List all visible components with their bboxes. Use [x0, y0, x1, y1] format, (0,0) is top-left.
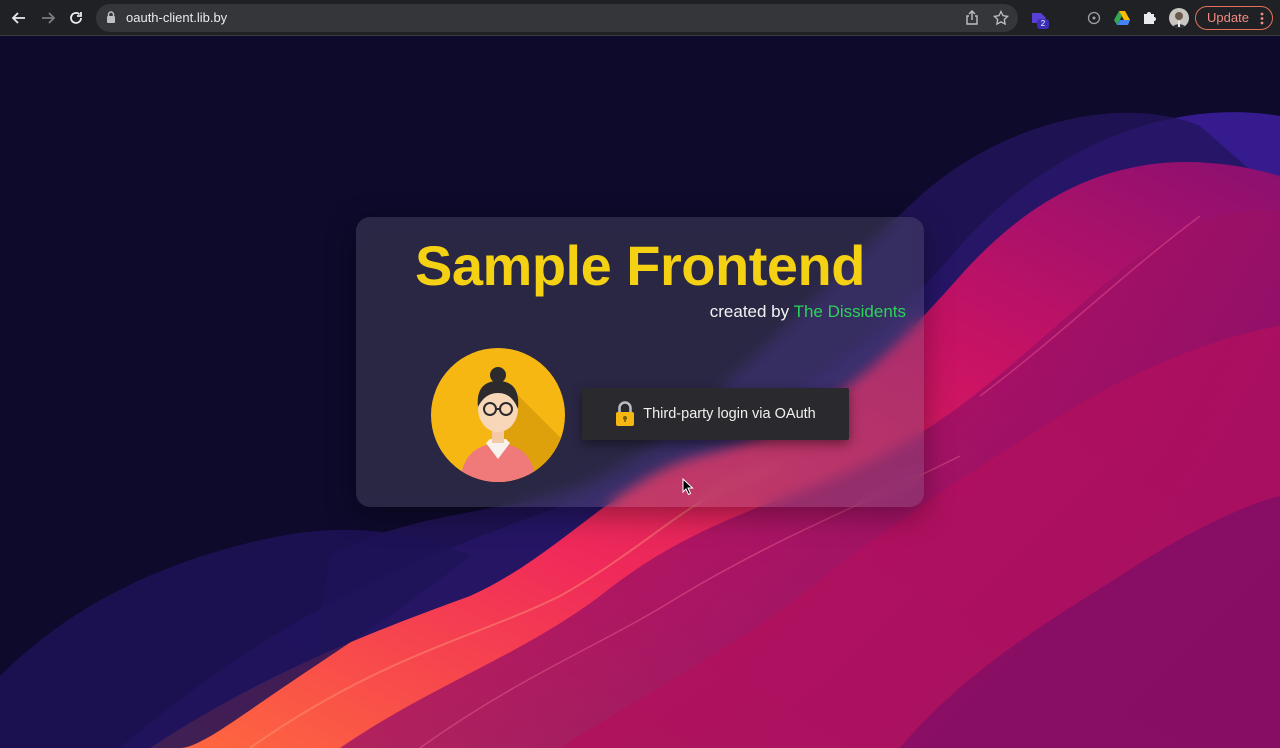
circle-icon[interactable]	[1085, 9, 1103, 27]
star-icon[interactable]	[993, 10, 1009, 26]
more-vert-icon	[1260, 12, 1264, 25]
puzzle-icon[interactable]	[1141, 9, 1159, 27]
back-icon	[11, 12, 25, 24]
url-text[interactable]: oauth-client.lib.by	[126, 10, 227, 25]
mouse-cursor-icon	[682, 478, 694, 496]
forward-icon	[42, 12, 56, 24]
team-name: The Dissidents	[793, 302, 906, 321]
user-avatar-illustration	[431, 348, 565, 482]
update-button[interactable]: Update	[1195, 6, 1273, 30]
login-card: Sample Frontend created by The Dissident…	[356, 217, 924, 507]
browser-toolbar: oauth-client.lib.by 2 Update	[0, 0, 1280, 36]
page-viewport: Sample Frontend created by The Dissident…	[0, 36, 1280, 748]
address-bar[interactable]: oauth-client.lib.by	[96, 4, 1018, 32]
profile-avatar[interactable]	[1169, 8, 1189, 28]
lock-icon	[616, 401, 635, 426]
oauth-login-button[interactable]: Third-party login via OAuth	[582, 388, 849, 440]
update-label: Update	[1207, 10, 1249, 25]
google-drive-icon[interactable]	[1113, 9, 1131, 27]
page-title: Sample Frontend	[415, 234, 865, 297]
oauth-login-label: Third-party login via OAuth	[643, 406, 816, 422]
back-button[interactable]	[8, 7, 30, 29]
reload-icon	[70, 12, 82, 24]
extension-badge: 2	[1037, 19, 1049, 29]
byline: created by The Dissidents	[710, 302, 906, 322]
lock-icon[interactable]	[106, 11, 116, 24]
share-icon[interactable]	[964, 10, 980, 26]
created-by-prefix: created by	[709, 302, 790, 321]
reload-button[interactable]	[65, 7, 87, 29]
forward-button[interactable]	[37, 7, 59, 29]
